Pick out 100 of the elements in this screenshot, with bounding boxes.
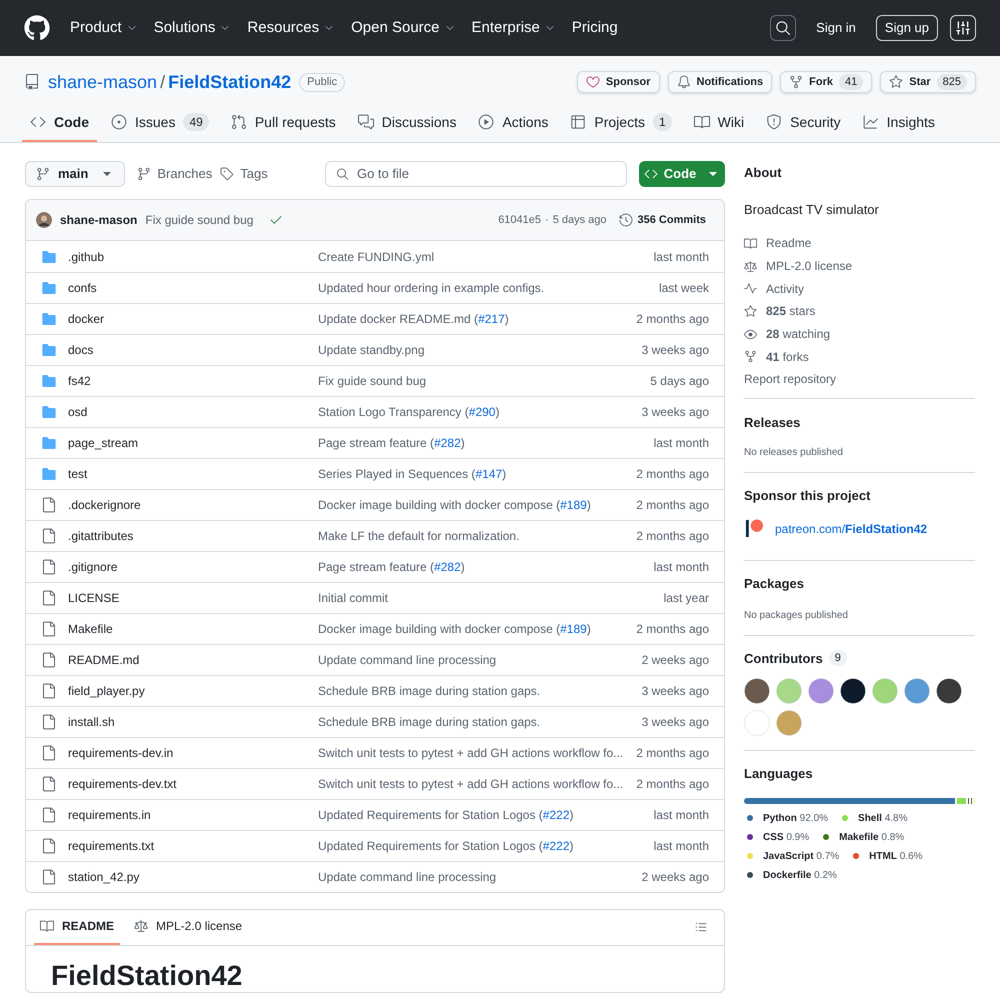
- repo-action-button[interactable]: Notifications: [668, 71, 772, 93]
- file-name-link[interactable]: osd: [68, 403, 88, 421]
- menu-button[interactable]: [950, 15, 976, 41]
- file-name-link[interactable]: page_stream: [68, 434, 138, 452]
- pull-request-link[interactable]: #222: [542, 839, 570, 853]
- code-button[interactable]: Code: [639, 161, 725, 187]
- file-name-link[interactable]: requirements.in: [68, 806, 151, 824]
- contributor-avatar[interactable]: [744, 678, 770, 704]
- pull-request-link[interactable]: #217: [478, 312, 505, 326]
- tags-link[interactable]: Tags: [220, 164, 268, 184]
- about-link[interactable]: Readme: [744, 232, 975, 255]
- about-link[interactable]: 41 forks: [744, 345, 975, 368]
- github-logo-icon[interactable]: [24, 15, 50, 41]
- language-label[interactable]: Makefile 0.8%: [839, 830, 904, 845]
- repo-tab[interactable]: Projects 1: [562, 104, 680, 142]
- commit-message: Switch unit tests to pytest + add GH actions workflow fo...: [318, 776, 624, 793]
- pull-request-link[interactable]: #282: [434, 436, 461, 450]
- go-to-file-input[interactable]: Go to file: [356, 164, 616, 184]
- repo-tab[interactable]: Insights: [854, 104, 943, 142]
- empty-note: No packages published: [744, 608, 849, 623]
- readme-tab[interactable]: MPL-2.0 license: [128, 909, 248, 945]
- file-icon: [41, 714, 57, 730]
- nav-menu-item[interactable]: Open Source: [351, 16, 456, 40]
- outline-icon[interactable]: [694, 920, 708, 934]
- file-name-link[interactable]: requirements-dev.in: [68, 744, 174, 762]
- repo-name-link[interactable]: FieldStation42: [168, 68, 292, 96]
- report-link[interactable]: Report repository: [744, 370, 975, 388]
- file-name-link[interactable]: LICENSE: [68, 589, 120, 607]
- repo-tab[interactable]: Wiki: [686, 104, 752, 142]
- about-link[interactable]: MPL-2.0 license: [744, 254, 975, 278]
- nav-menu-item[interactable]: Product: [70, 16, 138, 40]
- repo-action-button[interactable]: Sponsor: [576, 71, 660, 93]
- sign-up-button[interactable]: Sign up: [876, 15, 938, 41]
- branch-select[interactable]: main: [25, 161, 126, 187]
- file-name-link[interactable]: .gitignore: [68, 558, 118, 576]
- language-label[interactable]: CSS 0.9%: [763, 830, 810, 845]
- owner-link[interactable]: shane-mason: [48, 68, 158, 96]
- pull-request-link[interactable]: #147: [475, 467, 502, 481]
- commit-message: Switch unit tests to pytest + add GH actions workflow fo...: [318, 745, 624, 762]
- file-name-link[interactable]: station_42.py: [68, 868, 140, 886]
- contributor-avatar[interactable]: [936, 678, 962, 704]
- repo-tab[interactable]: Security: [758, 104, 849, 142]
- patreon-logo-icon: [744, 519, 765, 538]
- repo-tab[interactable]: Pull requests: [222, 104, 344, 142]
- commit-author-link[interactable]: shane-mason: [60, 211, 138, 229]
- file-name-link[interactable]: field_player.py: [68, 682, 145, 700]
- language-label[interactable]: Python 92.0%: [763, 810, 828, 826]
- pull-request-link[interactable]: #222: [542, 808, 570, 822]
- language-label[interactable]: HTML 0.6%: [869, 848, 923, 864]
- file-name-link[interactable]: docker: [68, 310, 104, 328]
- language-label[interactable]: Dockerfile 0.2%: [763, 868, 837, 883]
- language-label[interactable]: Shell 4.8%: [858, 810, 908, 826]
- commit-time: last month: [654, 807, 709, 824]
- pull-request-link[interactable]: #290: [468, 405, 496, 419]
- commit-message: Update docker README.md (#217): [318, 311, 509, 328]
- sponsor-link[interactable]: patreon.com/FieldStation42: [775, 520, 928, 538]
- repo-tab[interactable]: Discussions: [350, 104, 464, 142]
- nav-menu-item[interactable]: Resources: [247, 16, 336, 40]
- branches-link[interactable]: Branches: [137, 164, 212, 184]
- file-name-link[interactable]: test: [68, 465, 88, 483]
- file-name-link[interactable]: .github: [68, 248, 104, 266]
- language-label[interactable]: JavaScript 0.7%: [763, 848, 840, 864]
- sign-in-link[interactable]: Sign in: [808, 18, 864, 38]
- repo-tab[interactable]: Code: [22, 104, 97, 142]
- file-name-link[interactable]: requirements-dev.txt: [68, 775, 176, 793]
- pull-request-icon: [230, 114, 247, 130]
- nav-menu-item[interactable]: Enterprise: [472, 16, 556, 40]
- readme-tab[interactable]: README: [34, 909, 120, 945]
- about-link[interactable]: 28 watching: [744, 322, 975, 346]
- file-name-link[interactable]: install.sh: [68, 713, 115, 731]
- nav-menu-item[interactable]: Pricing: [572, 16, 618, 40]
- commit-message-link[interactable]: Fix guide sound bug: [145, 211, 254, 229]
- file-icon: [41, 621, 57, 637]
- file-name-link[interactable]: Makefile: [68, 620, 113, 638]
- count-badge: 9: [828, 650, 847, 666]
- go-to-file-field[interactable]: Go to file: [325, 161, 627, 187]
- commits-link[interactable]: 356 Commits: [618, 212, 706, 228]
- history-icon: [618, 213, 633, 227]
- file-name-link[interactable]: fs42: [68, 372, 91, 390]
- pull-request-link[interactable]: #189: [560, 498, 587, 512]
- commit-time: 2 weeks ago: [642, 869, 709, 886]
- file-name-link[interactable]: README.md: [68, 651, 140, 669]
- about-link[interactable]: Activity: [744, 277, 975, 300]
- contributor-avatar[interactable]: [840, 678, 866, 704]
- pull-request-link[interactable]: #282: [434, 560, 461, 574]
- pull-request-link[interactable]: #189: [560, 622, 587, 636]
- file-name-link[interactable]: requirements.txt: [68, 837, 154, 855]
- folder-icon: [41, 311, 57, 327]
- repo-action-button[interactable]: Star 825: [880, 71, 976, 93]
- repo-tab[interactable]: Actions: [470, 104, 556, 142]
- scale-icon: [744, 260, 757, 273]
- file-name-link[interactable]: confs: [68, 279, 97, 297]
- repo-action-button[interactable]: Fork 41: [780, 71, 872, 93]
- about-link[interactable]: 825 stars: [744, 300, 975, 323]
- search-button[interactable]: [770, 15, 796, 41]
- file-name-link[interactable]: .dockerignore: [68, 496, 141, 514]
- file-name-link[interactable]: .gitattributes: [68, 527, 134, 545]
- repo-tab[interactable]: Issues 49: [103, 104, 217, 142]
- file-name-link[interactable]: docs: [68, 341, 94, 359]
- nav-menu-item[interactable]: Solutions: [154, 16, 232, 40]
